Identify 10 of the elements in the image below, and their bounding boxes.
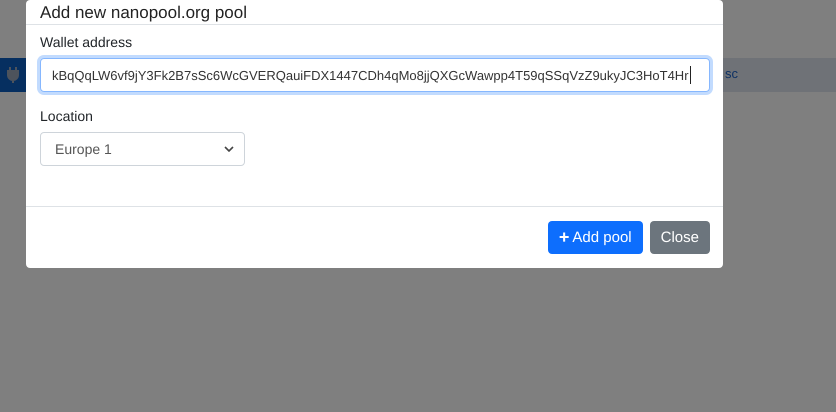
add-button[interactable]: + Add pool — [548, 221, 643, 254]
chevron-down-icon — [224, 146, 234, 152]
field-label: Wallet address — [40, 34, 132, 50]
modal-title: Add new nanopool.org pool — [40, 2, 247, 22]
nav-link[interactable]: sc — [725, 66, 738, 81]
input-field[interactable]: kBqQqLW6vf9jY3Fk2B7sSc6WcGVERQauiFDX1447CDh4qMo8jjQXGcWawpp4T59qSSqVzZ9ukyJC3HoT4Hr — [40, 58, 710, 92]
close-button[interactable]: Close — [650, 221, 710, 254]
plug-icon — [7, 67, 19, 83]
field-label: Location — [40, 108, 93, 124]
dropdown[interactable]: Europe 1 — [40, 132, 245, 166]
